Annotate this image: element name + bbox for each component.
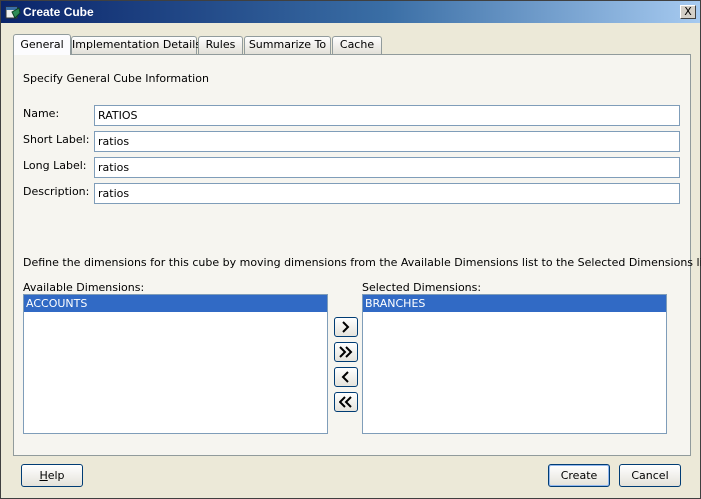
window-title: Create Cube bbox=[23, 5, 94, 19]
close-button[interactable]: X bbox=[680, 5, 696, 19]
selected-dimensions-label: Selected Dimensions: bbox=[362, 281, 482, 294]
move-all-left-button[interactable] bbox=[334, 392, 358, 412]
help-label: elp bbox=[47, 469, 65, 482]
tab-general[interactable]: General bbox=[13, 34, 71, 55]
title-bar[interactable]: Create Cube X bbox=[1, 1, 700, 23]
general-tab-panel: Specify General Cube Information Name: S… bbox=[13, 54, 701, 456]
name-label: Name: bbox=[23, 107, 60, 120]
move-right-button[interactable] bbox=[334, 317, 358, 337]
move-all-right-icon bbox=[339, 346, 353, 358]
tab-cache[interactable]: Cache bbox=[332, 36, 382, 54]
tab-implementation-details[interactable]: Implementation Details bbox=[71, 36, 201, 54]
available-dimensions-list[interactable]: ACCOUNTS bbox=[23, 294, 328, 434]
help-mnemonic: H bbox=[39, 469, 48, 482]
list-item[interactable]: BRANCHES bbox=[363, 295, 666, 312]
close-icon: X bbox=[684, 5, 692, 18]
move-left-button[interactable] bbox=[334, 367, 358, 387]
move-all-left-icon bbox=[339, 396, 352, 408]
available-dimensions-label: Available Dimensions: bbox=[23, 281, 145, 294]
create-cube-dialog: Create Cube X General Implementation Det… bbox=[0, 0, 701, 499]
tab-summarize-to[interactable]: Summarize To bbox=[244, 36, 331, 54]
create-button[interactable]: Create bbox=[548, 464, 610, 487]
description-label: Description: bbox=[23, 185, 90, 198]
short-label-label: Short Label: bbox=[23, 133, 90, 146]
dimensions-instruction: Define the dimensions for this cube by m… bbox=[23, 256, 701, 269]
description-input[interactable] bbox=[94, 183, 680, 204]
tab-rules[interactable]: Rules bbox=[198, 36, 243, 54]
name-input[interactable] bbox=[94, 105, 680, 126]
move-all-right-button[interactable] bbox=[334, 342, 358, 362]
help-button[interactable]: Help bbox=[21, 464, 83, 487]
list-item[interactable]: ACCOUNTS bbox=[24, 295, 327, 312]
long-label-label: Long Label: bbox=[23, 159, 87, 172]
move-left-icon bbox=[341, 371, 349, 383]
move-right-icon bbox=[342, 321, 350, 333]
selected-dimensions-list[interactable]: BRANCHES bbox=[362, 294, 667, 434]
long-label-input[interactable] bbox=[94, 157, 680, 178]
short-label-input[interactable] bbox=[94, 131, 680, 152]
cube-app-icon bbox=[5, 4, 21, 20]
section-title: Specify General Cube Information bbox=[23, 72, 209, 85]
cancel-button[interactable]: Cancel bbox=[619, 464, 681, 487]
